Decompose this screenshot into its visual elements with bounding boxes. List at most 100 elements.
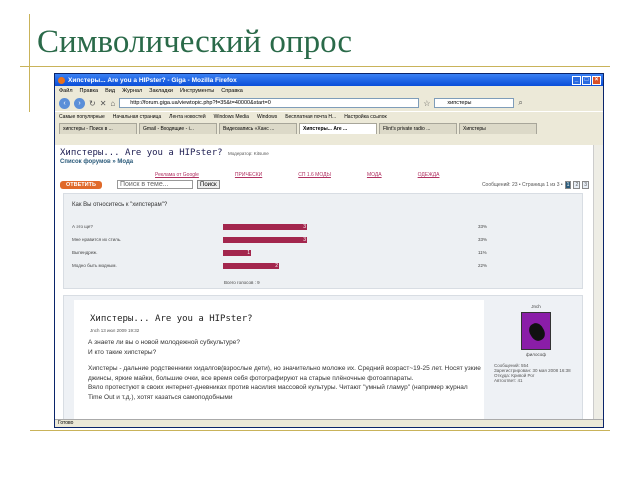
avatar xyxy=(521,312,551,350)
bookmark-item[interactable]: Настройка ссылок xyxy=(344,114,387,120)
poll-option-label: Мне нравится их стиль. xyxy=(72,237,122,242)
post-paragraph: Хипстеры - дальние родственники хидалгов… xyxy=(88,365,481,382)
author-panel: Jnch философ Сообщений: 554 Зарегистриро… xyxy=(494,304,578,383)
ad-link[interactable]: Реклама от Google xyxy=(155,172,199,178)
window-title: Хипстеры... Are you a HIPster? - Giga - … xyxy=(68,76,237,84)
browser-tab[interactable]: Flint's private radio ... xyxy=(379,123,457,134)
poll-option: Модно быть модным. 2 22% xyxy=(72,263,577,270)
post-body: Хипстеры... Are you a HIPster? Jnch 13 и… xyxy=(74,300,484,422)
poll-bar: 3 xyxy=(223,224,307,230)
poll-count: 3 xyxy=(303,224,306,230)
search-icon[interactable]: ⌕ xyxy=(518,98,522,108)
link-clothes[interactable]: ОДЕЖДА xyxy=(418,172,440,178)
post-title: Хипстеры... Are you a HIPster? xyxy=(90,314,253,324)
poll-panel: Как Вы относитесь к "хипстерам"? А это щ… xyxy=(63,193,583,289)
forum-links: Реклама от Google ПРИЧЕСКИ СП 1.6 МОДЫ М… xyxy=(155,172,439,178)
browser-tab[interactable]: хипстеры - Поиск в ... xyxy=(59,123,137,134)
reply-button[interactable]: ОТВЕТИТЬ xyxy=(60,181,102,189)
poll-count: 2 xyxy=(275,263,278,269)
bookmark-item[interactable]: Самые популярные xyxy=(59,114,105,120)
poll-percent: 11% xyxy=(478,250,487,255)
menu-tools[interactable]: Инструменты xyxy=(180,88,214,94)
poll-option: Мне нравится их стиль. 3 33% xyxy=(72,237,577,244)
slide-title: Символический опрос xyxy=(37,24,353,60)
forward-button[interactable]: › xyxy=(74,97,85,109)
bookmark-item[interactable]: Бесплатная почта H... xyxy=(285,114,336,120)
link-hairstyles[interactable]: ПРИЧЕСКИ xyxy=(235,172,262,178)
page-2[interactable]: 2 xyxy=(573,181,581,189)
link-fashion-16[interactable]: СП 1.6 МОДЫ xyxy=(298,172,331,178)
author-name[interactable]: Jnch xyxy=(494,304,578,309)
menu-bookmarks[interactable]: Закладки xyxy=(149,88,173,94)
browser-tab[interactable]: Хипстеры xyxy=(459,123,537,134)
tab-strip: хипстеры - Поиск в ... Gmail - Входящие … xyxy=(55,121,603,134)
poll-bar: 3 xyxy=(223,237,307,243)
address-bar[interactable]: http://forum.giga.ua/viewtopic.php?f=35&… xyxy=(119,98,420,108)
topic-search-input[interactable]: Поиск в теме... xyxy=(117,180,193,189)
back-button[interactable]: ‹ xyxy=(59,97,70,109)
menu-bar: Файл Правка Вид Журнал Закладки Инструме… xyxy=(55,86,603,95)
browser-tab-active[interactable]: Хипстеры... Are ... xyxy=(299,123,377,134)
home-icon[interactable]: ⌂ xyxy=(110,99,115,108)
poll-bar: 2 xyxy=(223,263,279,269)
browser-tab[interactable]: Gmail - Входящие - i... xyxy=(139,123,217,134)
link-fashion[interactable]: МОДА xyxy=(367,172,382,178)
post-paragraph: А знаете ли вы о новой молодежной субкул… xyxy=(88,339,240,346)
poll-total: Всего голосов : 9 xyxy=(224,280,260,285)
forum-title-text: Хипстеры... Are you a HIPster? xyxy=(60,148,223,158)
poll-count: 3 xyxy=(303,237,306,243)
pager: Сообщений: 23 • Страница 1 из 3 • 1 2 3 xyxy=(482,181,589,189)
navigation-toolbar: ‹ › ↻ ✕ ⌂ http://forum.giga.ua/viewtopic… xyxy=(55,95,603,111)
menu-help[interactable]: Справка xyxy=(221,88,243,94)
pager-text: Сообщений: 23 • Страница 1 из 3 • xyxy=(481,182,563,188)
poll-percent: 22% xyxy=(478,263,488,268)
close-button[interactable]: × xyxy=(592,75,601,85)
menu-edit[interactable]: Правка xyxy=(80,88,99,94)
poll-percent: 33% xyxy=(478,224,488,229)
vertical-scrollbar[interactable] xyxy=(593,145,603,421)
reload-icon[interactable]: ↻ xyxy=(89,99,96,108)
post-text: А знаете ли вы о новой молодежной субкул… xyxy=(88,338,482,402)
forum-title: Хипстеры... Are you a HIPster? Модератор… xyxy=(60,148,269,158)
bookmark-item[interactable]: Windows xyxy=(257,114,277,120)
post-paragraph: Вяло протестуют в своих интернет-дневник… xyxy=(88,384,468,401)
browser-window: Хипстеры... Are you a HIPster? - Giga - … xyxy=(54,73,604,428)
browser-tab[interactable]: Видеозапись «Ханс ... xyxy=(219,123,297,134)
poll-option: Выпендреж. 1 11% xyxy=(72,250,577,257)
moderator-label: Модератор: Kitsune xyxy=(227,151,269,156)
author-role: философ xyxy=(526,352,546,357)
poll-percent: 33% xyxy=(478,237,488,242)
poll-question: Как Вы относитесь к "хипстерам"? xyxy=(72,202,168,208)
post-meta: Jnch 13 июл 2009 19:32 xyxy=(90,328,140,333)
poll-bar: 1 xyxy=(223,250,251,256)
status-bar: Готово xyxy=(55,419,603,427)
bookmark-item[interactable]: Лента новостей xyxy=(169,114,205,120)
minimize-button[interactable]: _ xyxy=(572,75,581,85)
window-titlebar: Хипстеры... Are you a HIPster? - Giga - … xyxy=(55,74,603,86)
avatar-figure xyxy=(526,320,548,344)
menu-history[interactable]: Журнал xyxy=(122,88,142,94)
poll-option-label: Модно быть модным. xyxy=(72,263,117,268)
forum-post: Хипстеры... Are you a HIPster? Jnch 13 и… xyxy=(63,295,583,422)
slide-top-rule xyxy=(20,66,610,67)
bookmarks-toolbar: Самые популярные Начальная страница Лент… xyxy=(55,111,603,121)
slide-bottom-rule xyxy=(30,430,610,431)
poll-option-label: А это ще? xyxy=(72,224,93,229)
search-input[interactable]: хипстеры xyxy=(434,98,515,108)
bookmark-item[interactable]: Windows Media xyxy=(214,114,249,120)
poll-count: 1 xyxy=(247,250,250,256)
author-stat: Автоответ: 41 xyxy=(494,378,523,383)
page-3[interactable]: 3 xyxy=(582,181,589,189)
maximize-button[interactable]: □ xyxy=(582,75,591,85)
stop-icon[interactable]: ✕ xyxy=(100,99,107,108)
firefox-icon xyxy=(58,76,65,84)
slide-vertical-rule xyxy=(29,14,30,112)
menu-file[interactable]: Файл xyxy=(59,88,73,94)
poll-option-label: Выпендреж. xyxy=(72,250,98,255)
star-icon[interactable]: ☆ xyxy=(423,99,430,108)
bookmark-item[interactable]: Начальная страница xyxy=(113,114,161,120)
topic-search-button[interactable]: Поиск xyxy=(197,180,220,189)
menu-view[interactable]: Вид xyxy=(105,88,115,94)
breadcrumb[interactable]: Список форумов » Мода xyxy=(60,159,133,165)
page-1[interactable]: 1 xyxy=(564,181,572,189)
